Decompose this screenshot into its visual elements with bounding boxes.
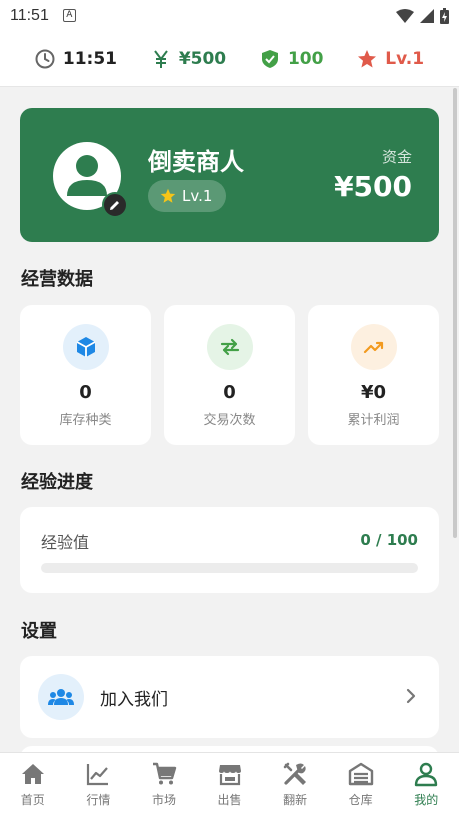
scrollbar[interactable] (453, 88, 457, 538)
chart-icon (87, 764, 109, 786)
level-display: Lv.1 (357, 49, 424, 69)
game-clock-value: 11:51 (62, 48, 118, 69)
section-title-business: 经营数据 (21, 269, 93, 290)
join-us-label: 加入我们 (100, 690, 168, 710)
player-level-value: Lv.1 (182, 187, 213, 205)
nav-item-market-trends[interactable]: 行情 (66, 753, 132, 816)
star-icon (160, 188, 176, 203)
nav-item-warehouse[interactable]: 仓库 (328, 753, 394, 816)
stat-value: 0 (223, 382, 236, 403)
nav-item-market[interactable]: 市场 (131, 753, 197, 816)
stat-label: 累计利润 (347, 413, 400, 428)
nav-label: 首页 (20, 793, 45, 807)
nav-item-sell[interactable]: 出售 (197, 753, 263, 816)
player-level-badge: Lv.1 (148, 180, 227, 212)
wifi-icon (396, 8, 414, 23)
nav-label: 仓库 (348, 793, 373, 807)
experience-value: 0 / 100 (360, 531, 418, 549)
group-icon-circle (38, 674, 84, 720)
nav-label: 我的 (414, 793, 439, 807)
signal-icon (420, 8, 434, 23)
experience-card: 经验值 0 / 100 (20, 507, 439, 593)
nav-label: 行情 (86, 793, 111, 807)
join-us-row[interactable]: 加入我们 (20, 656, 439, 738)
nav-item-refurbish[interactable]: 翻新 (262, 753, 328, 816)
stat-label: 库存种类 (59, 413, 112, 428)
tools-icon (283, 762, 307, 785)
stat-card-profit: ¥0 累计利润 (308, 305, 439, 445)
money-value: ¥500 (178, 48, 227, 69)
funds-label: 资金 (381, 148, 412, 166)
person-icon (415, 762, 438, 787)
nav-item-home[interactable]: 首页 (0, 753, 66, 816)
nav-label: 翻新 (283, 793, 308, 807)
stat-label: 交易次数 (203, 413, 256, 428)
nav-label: 市场 (151, 793, 176, 807)
status-icons (396, 7, 449, 24)
home-icon (21, 764, 44, 784)
level-value: Lv.1 (385, 48, 425, 69)
experience-progress-bar (41, 563, 418, 573)
pencil-icon (110, 201, 119, 210)
cart-icon (152, 762, 177, 785)
shield-check-icon (261, 49, 278, 68)
top-status-bar: 11:51 ¥500 100 Lv.1 (0, 31, 459, 87)
funds-value: ¥500 (334, 170, 412, 203)
status-time: 11:51 (10, 6, 49, 24)
battery-icon (440, 7, 449, 24)
bottom-nav: 首页 行情 市场 出售 翻新 仓库 我的 (0, 752, 459, 816)
notification-icon: A (62, 9, 76, 22)
stat-value: 0 (79, 382, 92, 403)
stat-card-trades: 0 交易次数 (164, 305, 295, 445)
game-clock: 11:51 (35, 49, 117, 69)
yen-icon (154, 49, 168, 68)
store-icon (218, 765, 241, 786)
star-icon (358, 49, 377, 67)
nav-label: 出售 (217, 793, 242, 807)
section-title-experience: 经验进度 (21, 472, 93, 493)
chevron-right-icon (406, 688, 416, 704)
stat-value: ¥0 (360, 382, 387, 403)
status-bar: 11:51 A (0, 0, 459, 31)
stat-icon-circle (206, 324, 253, 370)
money-display: ¥500 (151, 49, 226, 69)
experience-label: 经验值 (41, 533, 90, 552)
group-icon (48, 689, 74, 705)
reputation-value: 100 (287, 48, 324, 69)
clock-icon (35, 49, 55, 68)
nav-item-profile[interactable]: 我的 (393, 753, 459, 816)
edit-avatar-button[interactable] (102, 192, 128, 218)
stat-icon-circle (350, 324, 397, 370)
trend-up-icon (363, 341, 383, 354)
swap-icon (220, 338, 239, 356)
cube-icon (76, 337, 95, 357)
profile-card: 倒卖商人 Lv.1 资金 ¥500 (20, 108, 439, 242)
reputation-display: 100 (260, 48, 324, 69)
player-name: 倒卖商人 (148, 148, 244, 176)
warehouse-icon (348, 762, 373, 786)
section-title-settings: 设置 (21, 621, 57, 642)
stat-icon-circle (62, 324, 109, 370)
stat-card-inventory: 0 库存种类 (20, 305, 151, 445)
